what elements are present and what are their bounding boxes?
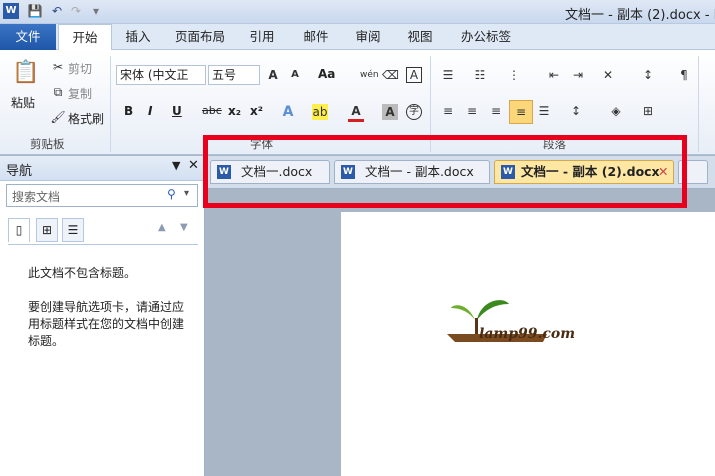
cut-button[interactable]: 剪切 — [68, 60, 92, 77]
title-bar: W 💾 ↶ ↷ ▾ 文档一 - 副本 (2).docx - M — [0, 0, 715, 24]
previous-heading-icon[interactable]: ▲ — [158, 222, 166, 233]
tab-file[interactable]: 文件 — [0, 24, 56, 50]
font-size-dropdown[interactable]: 五号 — [208, 65, 260, 85]
change-case-button[interactable]: Aa — [318, 67, 335, 81]
tab-insert[interactable]: 插入 — [116, 24, 160, 50]
format-painter-icon[interactable]: 🖌 — [50, 109, 66, 125]
bullets-icon[interactable]: ☰ — [440, 67, 456, 83]
grow-font-icon[interactable]: A — [265, 67, 281, 83]
close-icon[interactable]: ✕ — [188, 158, 199, 173]
chinese-layout-icon[interactable]: ✕ — [600, 67, 616, 83]
tab-view[interactable]: 视图 — [398, 24, 442, 50]
tab-mailings[interactable]: 邮件 — [294, 24, 338, 50]
line-spacing-icon[interactable]: ↕ — [568, 103, 584, 119]
align-right-icon[interactable]: ≡ — [488, 103, 504, 119]
tab-office-tabs[interactable]: 办公标签 — [454, 24, 518, 50]
font-color-icon[interactable]: A — [348, 103, 364, 122]
justify-icon[interactable]: ≡ — [509, 100, 533, 124]
search-icon[interactable]: ⚲ — [167, 187, 176, 201]
copy-icon[interactable]: ⧉ — [50, 84, 66, 100]
nav-search-box[interactable]: 搜索文档 ⚲ ▾ — [6, 184, 198, 207]
pinyin-guide-icon[interactable]: wén — [360, 67, 379, 83]
highlight-color-icon[interactable]: ab — [312, 104, 328, 120]
browse-results-icon[interactable]: ☰ — [62, 218, 84, 242]
nav-tabs: ▯ ⊞ ☰ ▲ ▼ — [8, 218, 198, 244]
window-title: 文档一 - 副本 (2).docx - M — [565, 8, 715, 23]
shrink-font-icon[interactable]: A — [287, 67, 303, 83]
strikethrough-button[interactable]: abc — [202, 104, 222, 117]
numbering-icon[interactable]: ☷ — [472, 67, 488, 83]
customize-toolbar-icon[interactable]: ▾ — [88, 3, 104, 19]
browse-pages-icon[interactable]: ⊞ — [36, 218, 58, 242]
ribbon-tab-row: 文件 开始 插入 页面布局 引用 邮件 审阅 视图 办公标签 — [0, 24, 715, 52]
multilevel-list-icon[interactable]: ⋮ — [506, 67, 522, 83]
text-effects-icon[interactable]: A — [280, 104, 296, 120]
sort-icon[interactable]: ↕ — [640, 67, 656, 83]
redo-icon[interactable]: ↷ — [68, 3, 84, 19]
char-border-icon[interactable]: A — [406, 67, 422, 83]
tab-review[interactable]: 审阅 — [346, 24, 390, 50]
paste-icon[interactable]: 📋 — [12, 58, 39, 88]
lamp99-logo: lamp99.com — [447, 290, 587, 350]
browse-headings-icon[interactable]: ▯ — [8, 218, 30, 242]
save-icon[interactable]: 💾 — [27, 3, 43, 19]
group-separator — [698, 56, 699, 152]
cut-icon[interactable]: ✂ — [50, 59, 66, 75]
nav-body: 此文档不包含标题。 要创建导航选项卡，请通过应用标题样式在您的文档中创建标题。 — [8, 244, 198, 475]
enclose-char-icon[interactable]: 字 — [406, 104, 422, 120]
format-painter-button[interactable]: 格式刷 — [68, 110, 104, 127]
nav-menu-icon[interactable]: ▼ — [172, 159, 180, 172]
copy-button[interactable]: 复制 — [68, 85, 92, 102]
align-left-icon[interactable]: ≡ — [440, 103, 456, 119]
logo-text: lamp99.com — [479, 326, 576, 342]
char-shading-icon[interactable]: A — [382, 104, 398, 120]
borders-icon[interactable]: ⊞ — [640, 103, 656, 119]
nav-header: 导航 ▼ ✕ — [0, 156, 205, 181]
search-options-icon[interactable]: ▾ — [184, 188, 189, 199]
clear-format-icon[interactable]: ⌫ — [382, 67, 399, 83]
tab-references[interactable]: 引用 — [240, 24, 284, 50]
tab-page-layout[interactable]: 页面布局 — [168, 24, 232, 50]
group-separator — [110, 56, 111, 152]
font-name-dropdown[interactable]: 宋体 (中文正文) — [116, 65, 206, 85]
distributed-icon[interactable]: ☰ — [536, 103, 552, 119]
navigation-pane: 导航 ▼ ✕ 搜索文档 ⚲ ▾ ▯ ⊞ ☰ ▲ ▼ 此文档不包含标题。 要创建导… — [0, 156, 205, 476]
bold-button[interactable]: B — [124, 104, 133, 118]
clipboard-group-label: 剪贴板 — [30, 137, 65, 151]
word-app-icon[interactable]: W — [3, 3, 19, 19]
nav-empty-message: 此文档不包含标题。 — [28, 266, 137, 280]
decrease-indent-icon[interactable]: ⇤ — [546, 67, 562, 83]
paste-button[interactable]: 粘贴 — [11, 94, 35, 111]
next-heading-icon[interactable]: ▼ — [180, 222, 188, 233]
increase-indent-icon[interactable]: ⇥ — [570, 67, 586, 83]
highlight-box — [203, 135, 687, 208]
superscript-button[interactable]: x² — [250, 104, 263, 118]
undo-icon[interactable]: ↶ — [49, 3, 65, 19]
search-input[interactable]: 搜索文档 — [12, 188, 60, 205]
show-marks-icon[interactable]: ¶ — [676, 67, 692, 83]
italic-button[interactable]: I — [148, 104, 152, 118]
subscript-button[interactable]: x₂ — [228, 104, 241, 118]
shading-icon[interactable]: ◈ — [608, 103, 624, 119]
underline-button[interactable]: U — [172, 104, 182, 118]
align-center-icon[interactable]: ≡ — [464, 103, 480, 119]
document-page[interactable]: lamp99.com — [341, 212, 715, 476]
nav-title: 导航 — [6, 164, 33, 179]
tab-home[interactable]: 开始 — [58, 24, 112, 52]
nav-help-message: 要创建导航选项卡，请通过应用标题样式在您的文档中创建标题。 — [28, 300, 185, 348]
